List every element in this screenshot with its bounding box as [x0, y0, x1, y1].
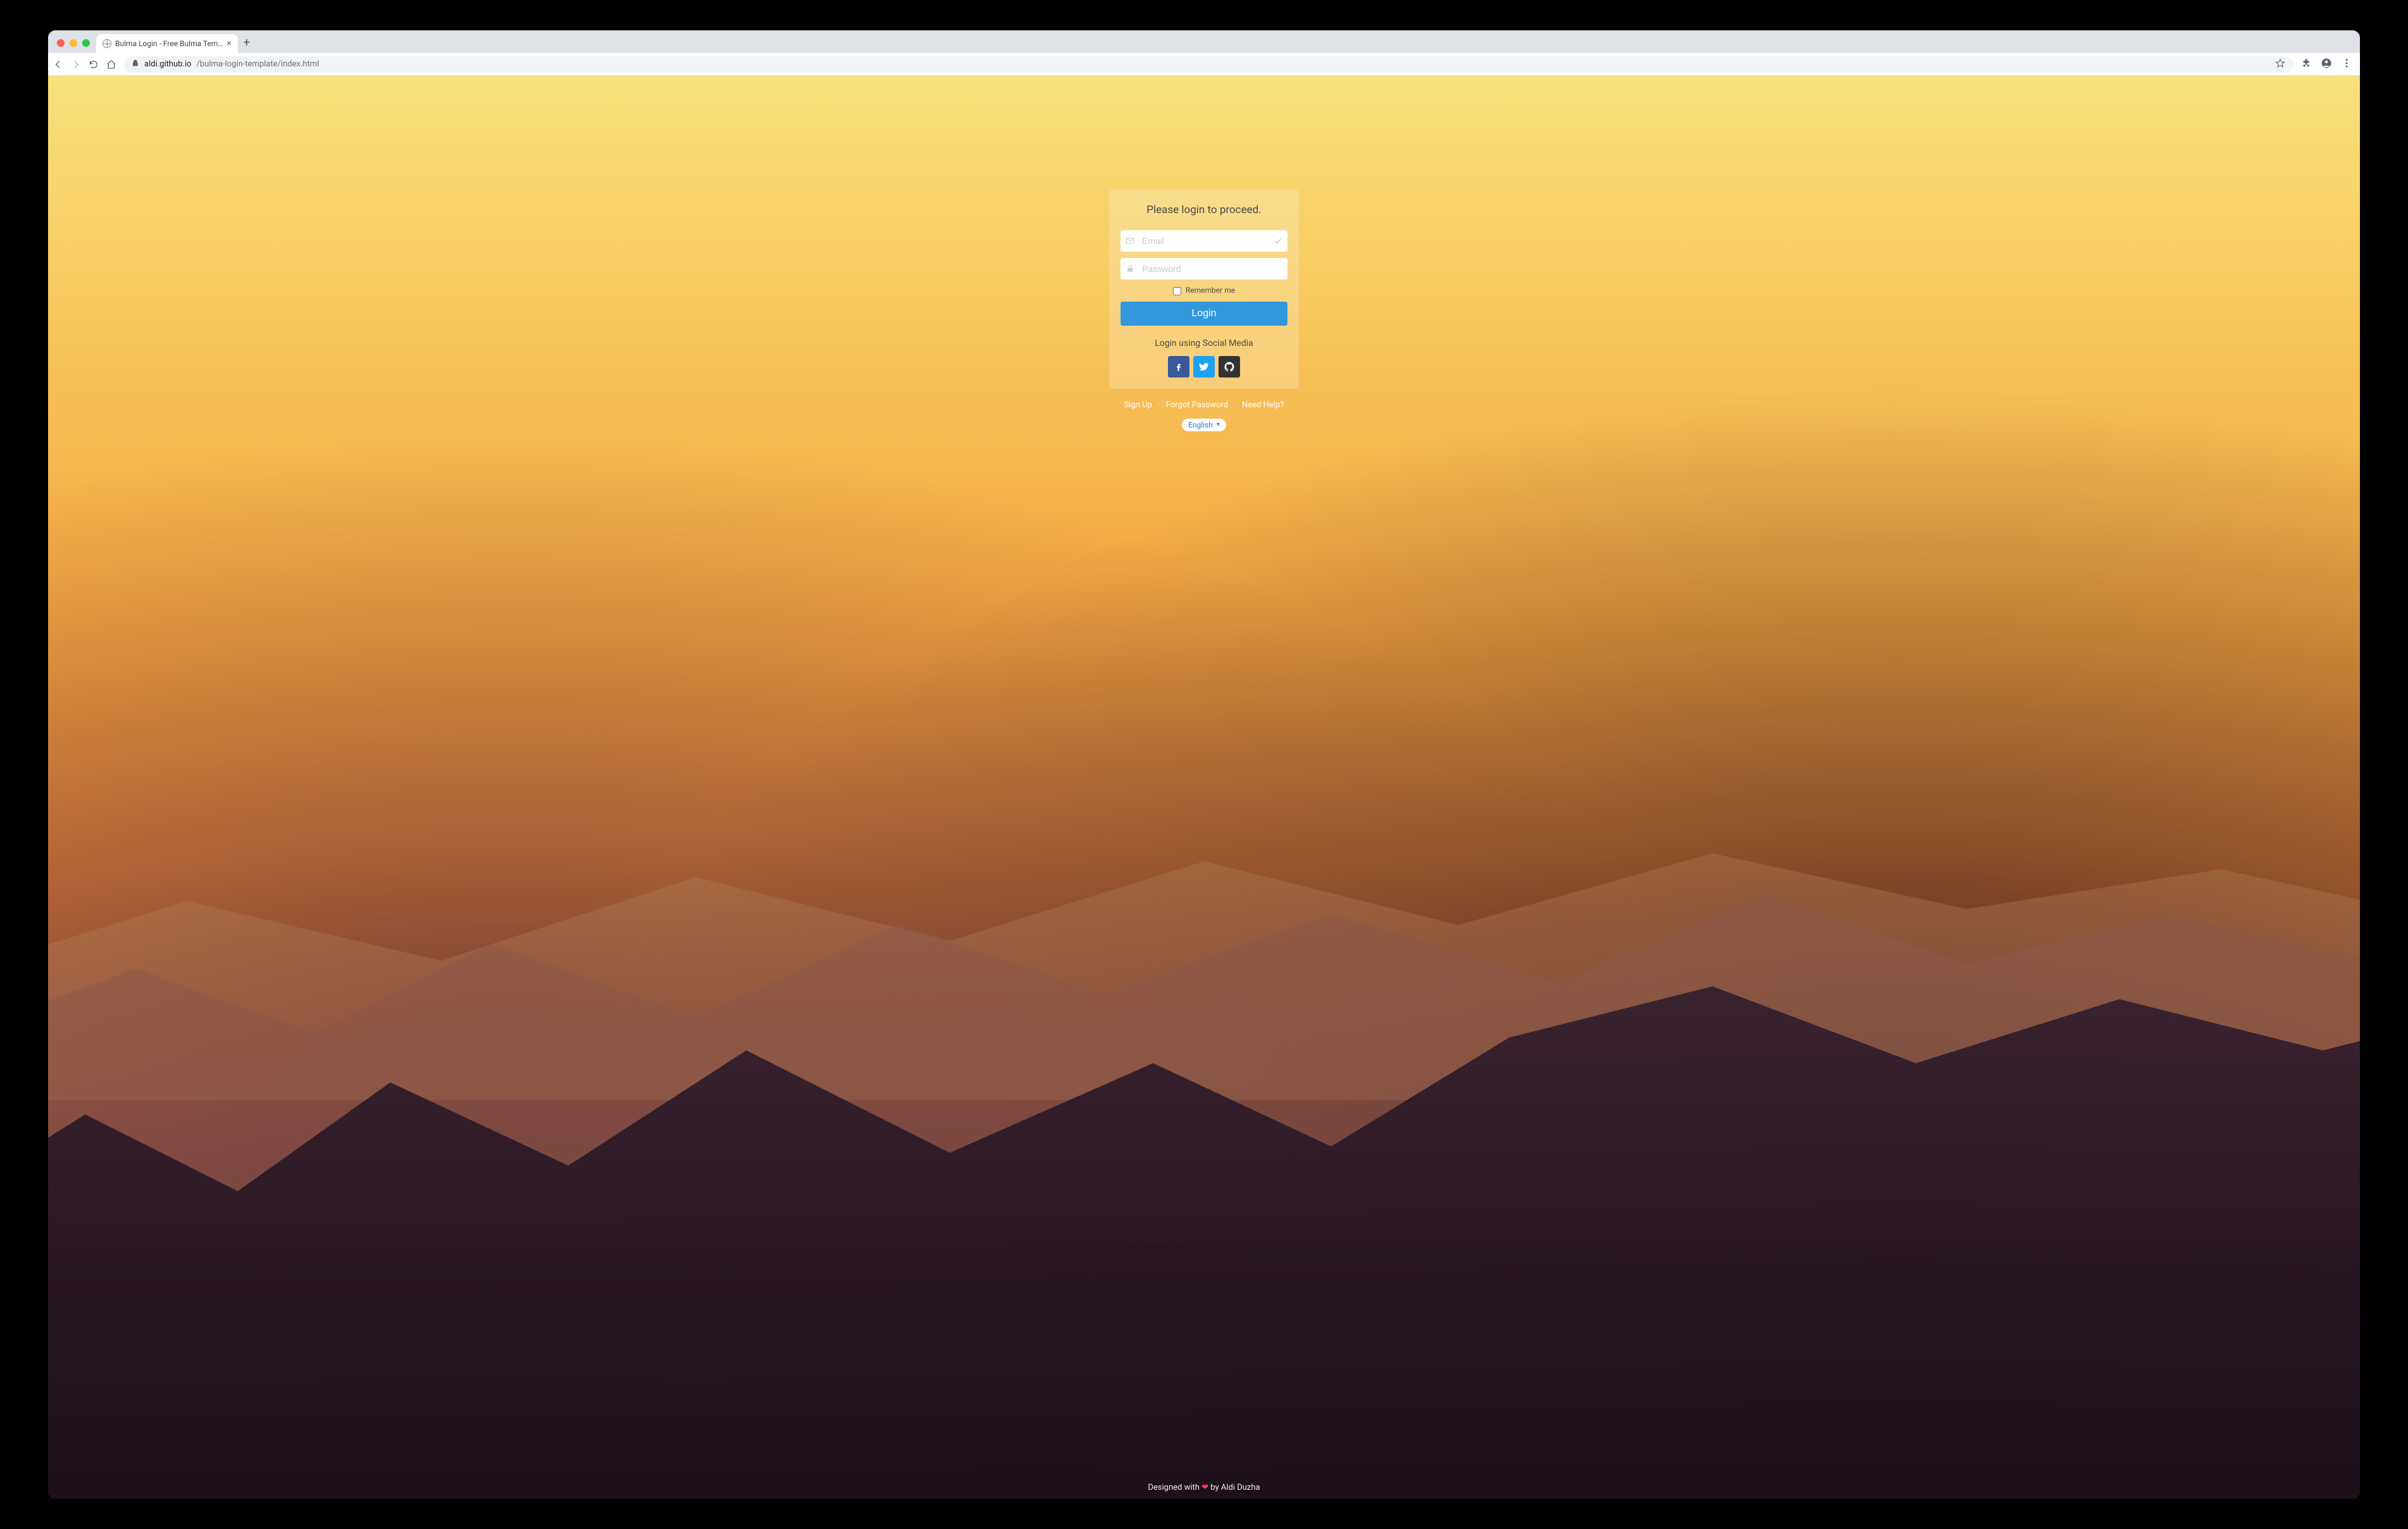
- envelope-icon: [1121, 230, 1140, 252]
- new-tab-button[interactable]: +: [238, 36, 255, 53]
- extensions-button[interactable]: [2300, 58, 2312, 71]
- url-host: aldi.github.io: [144, 59, 192, 69]
- forgot-password-link[interactable]: Forgot Password: [1166, 400, 1228, 410]
- window-minimize-button[interactable]: [70, 39, 77, 47]
- tab-bar: Bulma Login - Free Bulma Tem… × +: [48, 30, 2360, 53]
- facebook-login-button[interactable]: [1168, 356, 1189, 378]
- footer-suffix: by Aldi Duzha: [1208, 1483, 1260, 1492]
- menu-button[interactable]: [2341, 58, 2352, 71]
- window-close-button[interactable]: [57, 39, 64, 47]
- reload-button[interactable]: [89, 59, 99, 70]
- bookmark-button[interactable]: [2275, 58, 2285, 71]
- secondary-links: Sign Up · Forgot Password · Need Help?: [1124, 400, 1284, 410]
- language-select[interactable]: English ▾: [1182, 419, 1226, 431]
- remember-me: Remember me: [1121, 286, 1287, 295]
- separator-dot: ·: [1158, 400, 1160, 410]
- login-card: Please login to proceed.: [1109, 190, 1299, 388]
- need-help-link[interactable]: Need Help?: [1242, 400, 1284, 410]
- password-field-wrapper: [1121, 258, 1287, 279]
- footer: Designed with ❤ by Aldi Duzha: [48, 1483, 2360, 1492]
- chevron-down-icon: ▾: [1217, 421, 1220, 428]
- remember-checkbox[interactable]: [1173, 287, 1181, 295]
- heart-icon: ❤: [1201, 1483, 1208, 1492]
- separator-dot: ·: [1234, 400, 1236, 410]
- remember-label: Remember me: [1186, 286, 1235, 295]
- toolbar-right: [2300, 58, 2355, 71]
- forward-button[interactable]: [71, 59, 81, 70]
- twitter-login-button[interactable]: [1193, 356, 1215, 378]
- social-login-label: Login using Social Media: [1121, 338, 1287, 348]
- close-tab-button[interactable]: ×: [227, 39, 231, 49]
- browser-tab[interactable]: Bulma Login - Free Bulma Tem… ×: [96, 34, 238, 53]
- url-path: /bulma-login-template/index.html: [197, 59, 319, 69]
- page-viewport: Please login to proceed.: [48, 76, 2360, 1498]
- globe-icon: [102, 39, 111, 48]
- tab-title: Bulma Login - Free Bulma Tem…: [115, 39, 223, 48]
- check-icon: [1268, 230, 1287, 252]
- back-button[interactable]: [53, 59, 63, 70]
- password-input[interactable]: [1121, 258, 1287, 279]
- signup-link[interactable]: Sign Up: [1124, 400, 1152, 410]
- social-buttons: [1121, 356, 1287, 378]
- footer-prefix: Designed with: [1148, 1483, 1201, 1492]
- email-field-wrapper: [1121, 230, 1287, 252]
- page-content: Please login to proceed.: [48, 76, 2360, 1498]
- language-selected: English: [1188, 421, 1213, 429]
- lock-icon: [1121, 258, 1140, 279]
- address-bar[interactable]: aldi.github.io/bulma-login-template/inde…: [124, 56, 2293, 73]
- window-maximize-button[interactable]: [82, 39, 90, 47]
- lock-icon: [132, 59, 139, 70]
- github-login-button[interactable]: [1219, 356, 1240, 378]
- browser-window: Bulma Login - Free Bulma Tem… × + aldi.g…: [48, 30, 2360, 1498]
- home-button[interactable]: [106, 59, 116, 70]
- toolbar: aldi.github.io/bulma-login-template/inde…: [48, 53, 2360, 76]
- email-input[interactable]: [1121, 230, 1287, 252]
- login-button[interactable]: Login: [1121, 302, 1287, 326]
- login-title: Please login to proceed.: [1121, 204, 1287, 216]
- profile-button[interactable]: [2321, 58, 2332, 71]
- window-controls: [53, 39, 96, 53]
